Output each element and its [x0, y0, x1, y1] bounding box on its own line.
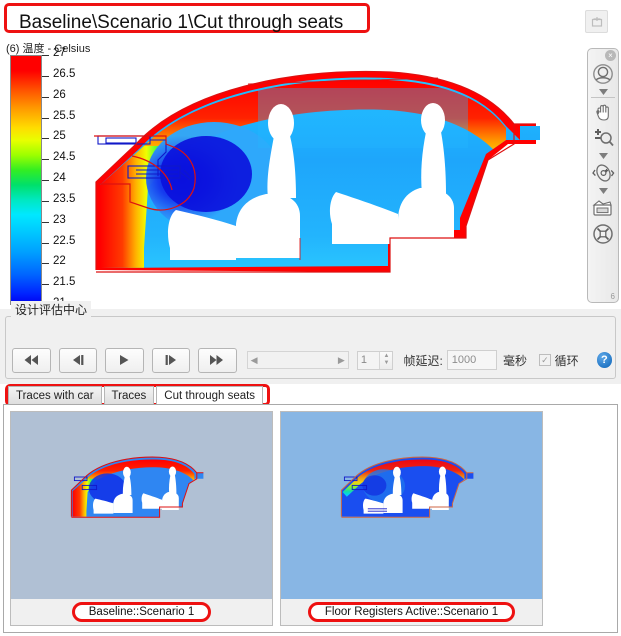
skip-forward-button[interactable] [198, 347, 237, 373]
page-title: Baseline\Scenario 1\Cut through seats [19, 12, 344, 33]
legend-tick-mark [42, 96, 49, 98]
tab-traces[interactable]: Traces [103, 386, 155, 404]
frame-delay-label: 帧延迟: [403, 353, 443, 368]
legend-ticks: 2726.52625.52524.52423.52322.52221.521 [42, 47, 102, 309]
play-button[interactable] [105, 347, 144, 373]
toolbar-corner-label: 6 [610, 292, 615, 301]
legend-tick-label: 27 [53, 47, 66, 59]
spinner-up-icon[interactable]: ▲ [383, 353, 389, 360]
legend-title: (6) 温度 - Celsius [6, 43, 91, 55]
hand-icon[interactable] [589, 99, 617, 125]
thumbnail-caption-bar: Baseline::Scenario 1 [11, 599, 272, 625]
zoom-icon[interactable] [589, 125, 617, 151]
legend-tick-label: 25 [53, 130, 66, 143]
legend-tick-mark [42, 55, 49, 56]
thumb-baseline-svg [11, 412, 272, 599]
slider-right-arrow[interactable]: ▶ [338, 355, 345, 366]
legend-tick-label: 21.5 [53, 276, 76, 289]
chevron-down-icon[interactable] [589, 151, 617, 160]
tab-cut-through-seats[interactable]: Cut through seats [156, 386, 264, 404]
close-icon[interactable]: × [605, 50, 616, 61]
thumbnail-caption-bar: Floor Registers Active::Scenario 1 [281, 599, 542, 625]
color-legend-bar [10, 55, 42, 305]
group-title: 设计评估中心 [11, 301, 92, 318]
legend-tick-mark [42, 242, 49, 244]
legend-tick-mark [42, 75, 49, 77]
chevron-down-icon[interactable] [589, 87, 617, 96]
thumbnail-caption: Floor Registers Active::Scenario 1 [307, 602, 516, 622]
rotate-3d-icon[interactable] [589, 160, 617, 186]
restore-window-icon[interactable] [585, 10, 608, 33]
thumbnail-baseline[interactable]: Baseline::Scenario 1 [10, 411, 273, 626]
title-annotation-box: Baseline\Scenario 1\Cut through seats [4, 3, 370, 33]
chevron-down-icon[interactable] [589, 186, 617, 195]
slider-left-arrow[interactable]: ◀ [251, 355, 258, 366]
milliseconds-label: 毫秒 [503, 353, 528, 368]
loop-label: 循环 [554, 353, 579, 368]
restore-glyph [591, 16, 602, 27]
legend-tick-label: 24 [53, 172, 66, 184]
legend-tick-mark [42, 117, 49, 119]
scenario-thumbnails-area: Baseline::Scenario 1 Floor Registers Act… [3, 404, 618, 633]
thumbnail-caption: Baseline::Scenario 1 [71, 602, 212, 622]
frame-number-spinner[interactable]: 1 ▲ ▼ [356, 350, 394, 370]
spinner-arrows[interactable]: ▲ ▼ [379, 351, 393, 369]
orbit-icon[interactable] [589, 61, 617, 87]
legend-tick-label: 22.5 [53, 234, 76, 247]
skip-back-button[interactable] [12, 347, 51, 373]
legend-tick-label: 22 [53, 255, 66, 268]
legend-tick-mark [42, 180, 49, 181]
legend-tick-label: 26 [53, 88, 66, 101]
legend-tick-mark [42, 263, 49, 265]
tab-bar: Traces with car Traces Cut through seats [8, 386, 265, 404]
camera-view-icon[interactable] [589, 195, 617, 221]
legend-tick-mark [42, 200, 49, 202]
3d-viewport[interactable]: (6) 温度 - Celsius 27 26.5 26 25.5 25 24.5 24 23.… [0, 0, 621, 309]
legend-tick-mark [42, 159, 49, 161]
thumbnail-floor-registers[interactable]: Floor Registers Active::Scenario 1 [280, 411, 543, 626]
fit-all-icon[interactable] [589, 221, 617, 247]
spinner-down-icon[interactable]: ▼ [383, 360, 389, 367]
legend-tick-mark [42, 221, 49, 223]
frame-number-value: 1 [360, 354, 367, 366]
cfd-temperature-plot [94, 70, 540, 273]
help-icon[interactable]: ? [596, 352, 613, 368]
thumb-floor-svg [281, 412, 542, 599]
toolbar-divider [591, 97, 615, 98]
frame-delay-input[interactable]: 1000 [446, 350, 498, 370]
legend-tick-mark [42, 284, 49, 286]
legend-tick-label: 24.5 [53, 151, 76, 164]
step-forward-button[interactable] [151, 347, 191, 373]
thumbnail-baseline-canvas[interactable] [11, 412, 272, 599]
step-back-button[interactable] [58, 347, 98, 373]
view-toolbar[interactable]: × 6 [587, 48, 619, 303]
playback-controls: ◀ ▶ 1 ▲ ▼ 帧延迟: 1000 毫秒 ✓ 循环 ? [12, 345, 613, 375]
legend-tick-label: 23 [53, 213, 66, 226]
frame-slider[interactable]: ◀ ▶ [246, 351, 349, 369]
legend-tick-label: 26.5 [53, 67, 76, 80]
thumbnail-floor-registers-canvas[interactable] [281, 412, 542, 599]
loop-checkbox[interactable]: ✓ [539, 354, 551, 366]
app-window: (6) 温度 - Celsius 27 26.5 26 25.5 25 24.5 24 23.… [0, 0, 621, 636]
legend-tick-label: 25.5 [53, 109, 76, 122]
legend-tick-mark [42, 138, 49, 140]
tab-traces-with-car[interactable]: Traces with car [8, 386, 102, 404]
legend-tick-label: 23.5 [53, 192, 76, 205]
